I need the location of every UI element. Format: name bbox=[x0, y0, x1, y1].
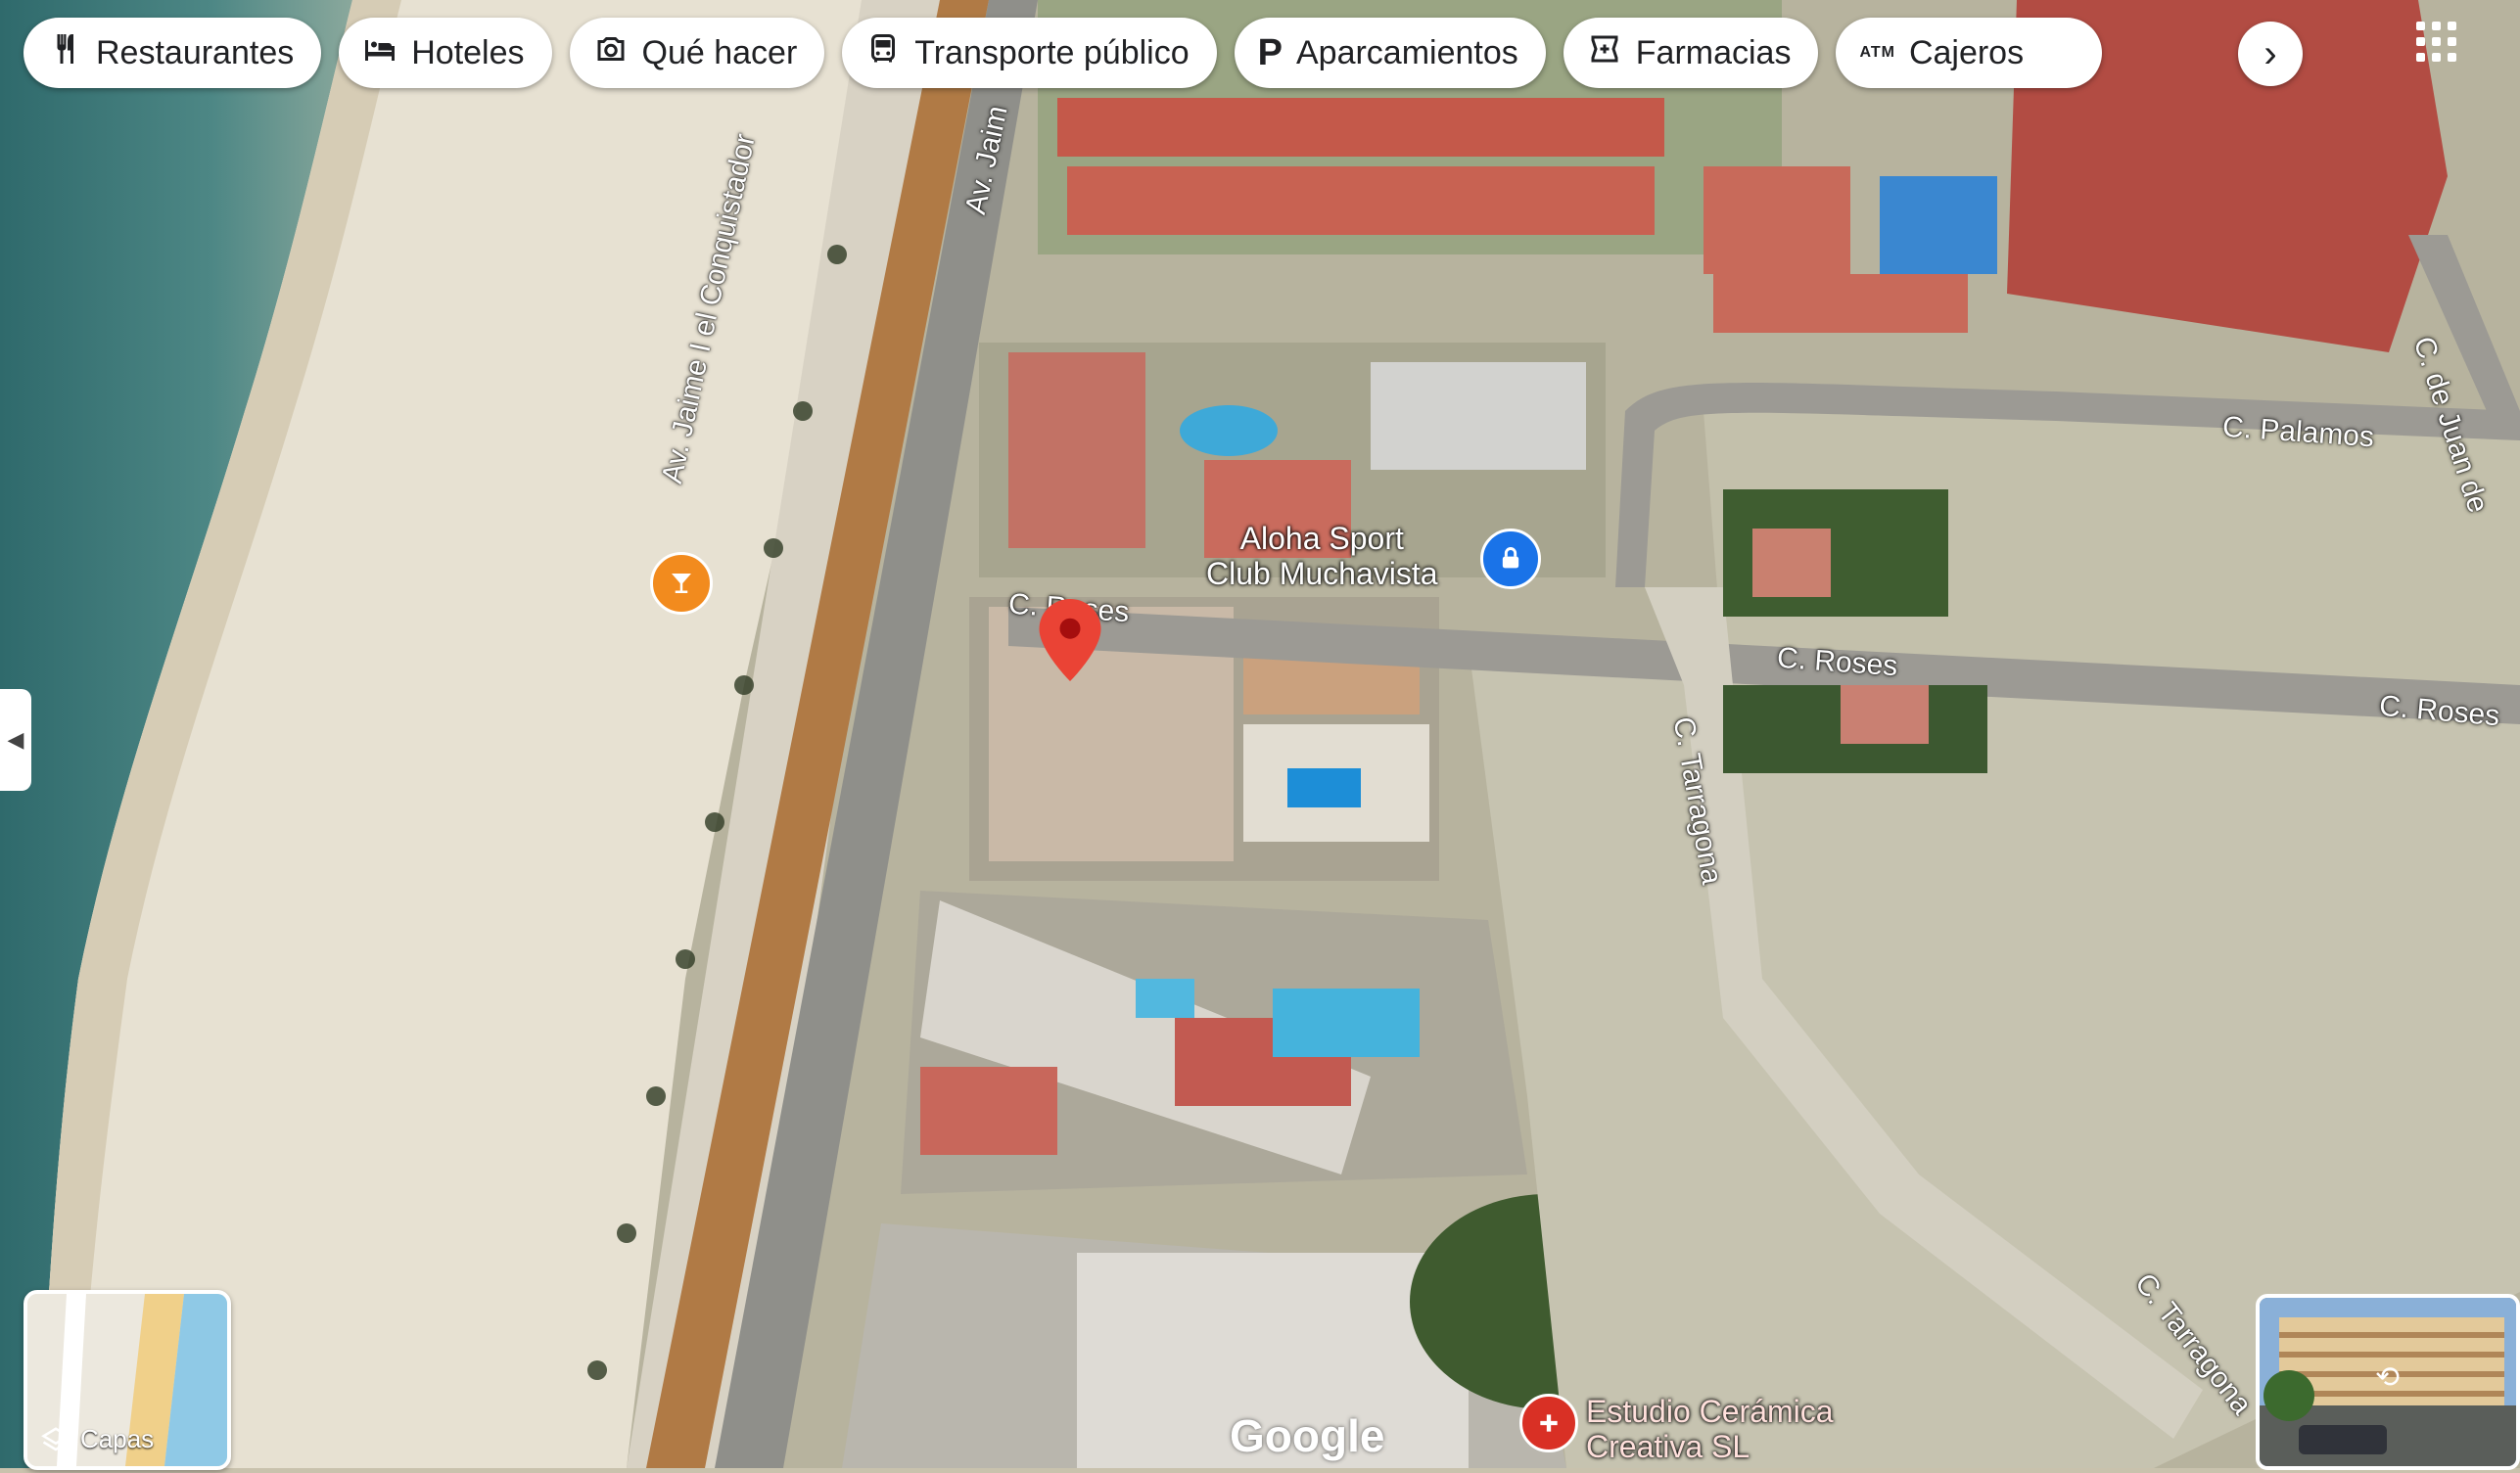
chip-hoteles[interactable]: Hoteles bbox=[339, 18, 552, 88]
chip-farmacias[interactable]: Farmacias bbox=[1563, 18, 1819, 88]
chip-label: Farmacias bbox=[1635, 33, 1792, 71]
apps-grid-icon[interactable] bbox=[2416, 22, 2465, 70]
cocktail-icon bbox=[672, 574, 691, 593]
chip-que-hacer[interactable]: Qué hacer bbox=[569, 18, 825, 88]
layers-icon bbox=[41, 1426, 70, 1450]
poi-name-line2: Club Muchavista bbox=[1206, 556, 1438, 591]
chip-label: Cajeros bbox=[1908, 33, 2025, 71]
chip-label: Hoteles bbox=[411, 33, 525, 71]
chip-restaurantes[interactable]: Restaurantes bbox=[23, 18, 322, 88]
rotate-icon: ⟲ bbox=[2375, 1361, 2401, 1394]
pharmacy-icon bbox=[1587, 31, 1622, 75]
street-view-thumbnail[interactable]: ⟲ bbox=[2256, 1294, 2520, 1470]
beach-bar-poi[interactable] bbox=[650, 552, 713, 615]
poi-aloha-sport-club[interactable]: Aloha Sport Club Muchavista bbox=[1206, 521, 1438, 591]
chip-label: Qué hacer bbox=[641, 33, 798, 71]
satellite-map[interactable] bbox=[0, 0, 2520, 1468]
poi-name-line1: Estudio Cerámica bbox=[1586, 1394, 1834, 1429]
side-panel-toggle[interactable]: ◀ bbox=[0, 689, 31, 791]
bus-icon bbox=[865, 31, 901, 75]
google-logo: Google bbox=[1230, 1410, 1385, 1461]
poi-name-line2: Creativa SL bbox=[1586, 1429, 1750, 1464]
chip-label: Transporte público bbox=[914, 33, 1190, 71]
parking-icon: P bbox=[1257, 31, 1283, 73]
chip-label: Restaurantes bbox=[96, 33, 295, 71]
fork-knife-icon bbox=[47, 31, 82, 75]
chip-cajeros[interactable]: ATM Cajeros bbox=[1836, 18, 2103, 88]
health-poi-icon[interactable] bbox=[1519, 1394, 1578, 1452]
chip-aparcamientos[interactable]: P Aparcamientos bbox=[1234, 18, 1546, 88]
chevron-right-icon: › bbox=[2263, 31, 2277, 75]
chevron-left-icon: ◀ bbox=[7, 727, 24, 752]
camera-icon bbox=[593, 31, 629, 75]
sport-lock-icon[interactable] bbox=[1480, 529, 1541, 589]
chips-scroll-right-button[interactable]: › bbox=[2238, 22, 2303, 86]
location-pin[interactable] bbox=[1038, 599, 1102, 681]
atm-icon: ATM bbox=[1859, 44, 1895, 61]
poi-name-line1: Aloha Sport bbox=[1239, 521, 1404, 556]
poi-estudio-ceramica[interactable]: Estudio Cerámica Creativa SL bbox=[1586, 1394, 1834, 1464]
chip-label: Aparcamientos bbox=[1295, 33, 1518, 71]
bed-icon bbox=[362, 31, 397, 75]
layers-button[interactable]: Capas bbox=[23, 1290, 231, 1470]
chip-transporte-publico[interactable]: Transporte público bbox=[842, 18, 1217, 88]
layers-label: Capas bbox=[80, 1424, 155, 1453]
category-chip-bar: Restaurantes Hoteles Qué hacer Transport… bbox=[23, 18, 2103, 90]
